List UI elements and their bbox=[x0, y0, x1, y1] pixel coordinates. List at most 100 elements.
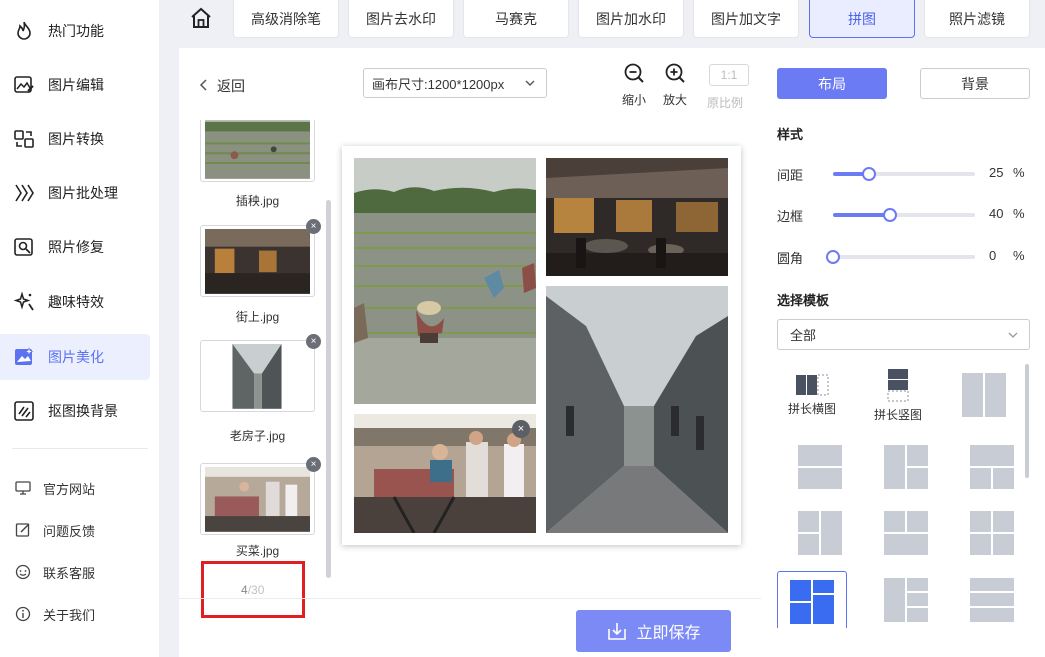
sidebar-item-label: 热门功能 bbox=[48, 23, 104, 39]
alley-photo bbox=[546, 286, 728, 533]
slider-unit: % bbox=[1013, 248, 1025, 263]
template-scrollbar[interactable] bbox=[1025, 364, 1029, 478]
slider-handle[interactable] bbox=[882, 208, 897, 222]
slider-label: 边框 bbox=[777, 209, 804, 224]
cutout-icon bbox=[12, 399, 36, 423]
slider-track[interactable] bbox=[833, 167, 975, 181]
sidebar-item-photo-repair[interactable]: 照片修复 bbox=[0, 224, 150, 270]
slider-track[interactable] bbox=[826, 250, 975, 264]
two-plus-bottom-icon bbox=[884, 511, 928, 555]
collage-cell-rice-planting[interactable] bbox=[354, 158, 536, 404]
spacing-slider[interactable]: 间距 25 % bbox=[777, 163, 1027, 183]
zoom-in-button[interactable]: 放大 bbox=[658, 62, 692, 108]
template-top-plus-two[interactable] bbox=[957, 438, 1027, 496]
sidebar-item-image-edit[interactable]: 图片编辑 bbox=[0, 62, 150, 108]
canvas-size-select[interactable]: 画布尺寸:1200*1200px bbox=[363, 68, 547, 98]
street-thumbnail bbox=[205, 229, 310, 294]
template-filter-select[interactable]: 全部 bbox=[777, 319, 1030, 350]
slider-handle[interactable] bbox=[861, 167, 876, 181]
remove-cell-icon[interactable]: × bbox=[512, 420, 530, 438]
support-icon bbox=[14, 563, 32, 581]
sidebar-item-label: 图片美化 bbox=[48, 349, 104, 365]
remove-thumbnail-icon[interactable]: × bbox=[306, 457, 321, 472]
tab-collage[interactable]: 拼图 bbox=[809, 0, 915, 38]
template-left-plus-three[interactable] bbox=[871, 571, 941, 628]
tab-advanced-eraser[interactable]: 高级消除笔 bbox=[233, 0, 339, 38]
back-button[interactable]: 返回 bbox=[199, 76, 245, 96]
top-plus-two-icon bbox=[970, 445, 1014, 489]
two-plus-right-icon bbox=[798, 511, 842, 555]
slider-handle[interactable] bbox=[826, 250, 840, 264]
link-support[interactable]: 联系客服 bbox=[0, 557, 150, 587]
collage-cell-old-house[interactable] bbox=[546, 286, 728, 533]
tab-add-watermark[interactable]: 图片加水印 bbox=[578, 0, 684, 38]
sidebar-item-cutout[interactable]: 抠图换背景 bbox=[0, 388, 150, 434]
home-button[interactable] bbox=[179, 0, 223, 38]
template-three-rows[interactable] bbox=[957, 571, 1027, 628]
template-grid-four[interactable] bbox=[957, 504, 1027, 562]
corner-radius-slider[interactable]: 圆角 0 % bbox=[777, 246, 1027, 266]
alley-thumbnail bbox=[205, 344, 310, 409]
background-tab-button[interactable]: 背景 bbox=[920, 68, 1030, 99]
template-left-plus-two[interactable] bbox=[871, 438, 941, 496]
thumbnail-grocery[interactable]: × bbox=[200, 457, 321, 535]
sidebar: 热门功能 图片编辑 图片转换 图片批处理 照片修复 趣味特效 图片美化 抠图换背… bbox=[0, 0, 159, 657]
thumbnail-scrollbar[interactable] bbox=[326, 200, 331, 578]
template-long-horizontal[interactable]: 拼长横图 bbox=[777, 366, 847, 424]
template-two-rows[interactable] bbox=[785, 438, 855, 496]
template-grid: 拼长横图 拼长竖图 bbox=[777, 366, 1029, 628]
image-edit-icon bbox=[12, 73, 36, 97]
collage-cell-street[interactable] bbox=[546, 158, 728, 276]
collage-cell-grocery[interactable]: × bbox=[354, 414, 536, 533]
link-about[interactable]: 关于我们 bbox=[0, 599, 150, 629]
sidebar-item-label: 照片修复 bbox=[48, 239, 104, 255]
tab-mosaic[interactable]: 马赛克 bbox=[463, 0, 569, 38]
monitor-icon bbox=[14, 479, 32, 497]
counter-total: /30 bbox=[247, 583, 265, 597]
template-two-plus-bottom[interactable] bbox=[871, 504, 941, 562]
template-selected-mosaic[interactable] bbox=[777, 571, 847, 628]
layout-tab-button[interactable]: 布局 bbox=[777, 68, 887, 99]
photo-repair-icon bbox=[12, 235, 36, 259]
template-two-columns[interactable] bbox=[949, 366, 1019, 424]
template-two-plus-right[interactable] bbox=[785, 504, 855, 562]
border-slider[interactable]: 边框 40 % bbox=[777, 204, 1027, 224]
remove-thumbnail-icon[interactable]: × bbox=[306, 219, 321, 234]
thumbnail-rice-planting[interactable] bbox=[200, 120, 315, 182]
thumbnail-street[interactable]: × bbox=[200, 219, 321, 297]
tab-add-text[interactable]: 图片加文字 bbox=[693, 0, 799, 38]
thumbnail-name: 老房子.jpg bbox=[229, 429, 286, 443]
link-official-site[interactable]: 官方网站 bbox=[0, 473, 150, 503]
original-ratio-button[interactable]: 1:1 bbox=[709, 64, 749, 86]
slider-value: 25 bbox=[989, 165, 1004, 180]
sidebar-item-convert[interactable]: 图片转换 bbox=[0, 116, 150, 162]
sidebar-item-hot[interactable]: 热门功能 bbox=[0, 8, 150, 54]
zoom-in-icon bbox=[664, 63, 686, 87]
market-thumbnail bbox=[205, 467, 310, 532]
slider-value: 0 bbox=[989, 248, 997, 263]
convert-icon bbox=[12, 127, 36, 151]
chevron-down-icon bbox=[1007, 329, 1019, 344]
sidebar-item-effects[interactable]: 趣味特效 bbox=[0, 279, 150, 325]
save-label: 立即保存 bbox=[636, 625, 701, 642]
zoom-out-icon bbox=[623, 63, 645, 87]
link-feedback[interactable]: 问题反馈 bbox=[0, 515, 150, 545]
sidebar-item-beautify[interactable]: 图片美化 bbox=[0, 334, 150, 380]
thumbnail-name: 插秧.jpg bbox=[235, 194, 280, 208]
zoom-out-button[interactable]: 缩小 bbox=[617, 62, 651, 108]
sidebar-item-label: 趣味特效 bbox=[48, 294, 104, 310]
tab-remove-watermark[interactable]: 图片去水印 bbox=[348, 0, 454, 38]
thumbnail-old-house[interactable]: × bbox=[200, 334, 321, 412]
thumbnail-list: 插秧.jpg × 街上.jpg × 老房子.jpg × 买菜.jpg bbox=[179, 120, 329, 580]
slider-track[interactable] bbox=[833, 208, 975, 222]
tab-photo-filter[interactable]: 照片滤镜 bbox=[924, 0, 1030, 38]
save-button[interactable]: 立即保存 bbox=[576, 610, 731, 652]
collage-canvas[interactable]: × bbox=[342, 146, 741, 545]
sidebar-divider bbox=[12, 448, 148, 449]
sidebar-item-batch[interactable]: 图片批处理 bbox=[0, 170, 150, 216]
download-icon bbox=[606, 620, 628, 642]
two-rows-icon bbox=[798, 445, 842, 489]
remove-thumbnail-icon[interactable]: × bbox=[306, 334, 321, 349]
sidebar-item-label: 抠图换背景 bbox=[48, 403, 118, 419]
template-long-vertical[interactable]: 拼长竖图 bbox=[863, 366, 933, 424]
